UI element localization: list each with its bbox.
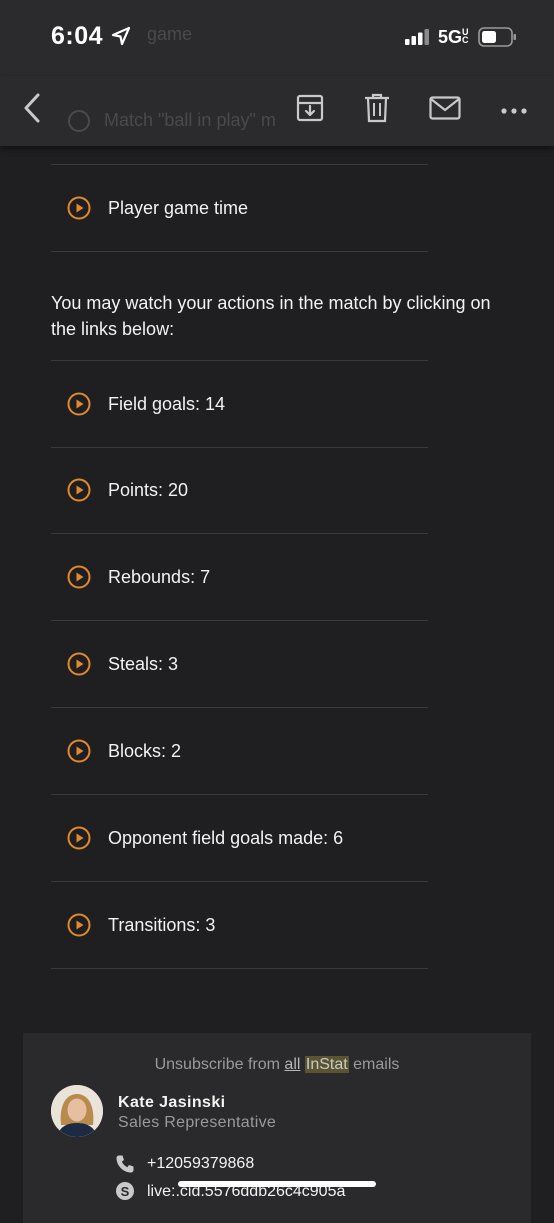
unsubscribe-all-link[interactable]: all: [284, 1056, 300, 1073]
mail-icon: [429, 95, 461, 125]
link-field-goals[interactable]: Field goals: 14: [51, 360, 428, 448]
link-player-game-time[interactable]: Player game time: [51, 164, 428, 252]
link-label: Opponent field goals made: 6: [108, 828, 344, 848]
skype-icon: S: [115, 1181, 135, 1206]
location-arrow-icon: [111, 26, 131, 51]
network-sup: UC: [462, 27, 469, 45]
play-circle-icon: [67, 565, 91, 594]
status-bar: 6:04 game 5GUC: [0, 0, 554, 76]
unsubscribe-line: Unsubscribe from all InStat emails: [23, 1056, 531, 1074]
cellular-signal-icon: [405, 29, 431, 50]
link-label: Rebounds: 7: [108, 567, 211, 587]
play-circle-icon: [67, 826, 91, 855]
status-time: 6:04: [51, 22, 104, 50]
email-footer: Unsubscribe from all InStat emails Kate …: [23, 1033, 531, 1223]
link-points[interactable]: Points: 20: [51, 447, 428, 534]
play-circle-icon: [67, 652, 91, 681]
signature-name: Kate Jasinski: [118, 1094, 226, 1111]
scrolled-behind-text: game: [147, 24, 193, 44]
home-indicator[interactable]: [178, 1181, 376, 1187]
link-steals[interactable]: Steals: 3: [51, 621, 428, 708]
play-circle-icon: [67, 913, 91, 942]
play-circle-icon: [67, 196, 91, 225]
link-label: Field goals: 14: [108, 394, 226, 414]
signature-role: Sales Representative: [118, 1114, 277, 1131]
battery-icon: [478, 26, 518, 53]
link-label: Player game time: [108, 198, 249, 218]
link-label: Points: 20: [108, 480, 189, 500]
signature-phone[interactable]: +12059379868: [147, 1155, 254, 1173]
unsubscribe-text: Unsubscribe from: [154, 1056, 280, 1073]
trash-icon: [364, 93, 390, 128]
link-rebounds[interactable]: Rebounds: 7: [51, 534, 428, 621]
avatar: [51, 1085, 103, 1137]
archive-icon: [296, 94, 324, 127]
intro-paragraph: You may watch your actions in the match …: [51, 293, 491, 339]
link-label: Transitions: 3: [108, 915, 216, 935]
trash-button[interactable]: [357, 90, 397, 130]
unsubscribe-suffix: emails: [353, 1056, 400, 1073]
play-circle-icon: [67, 478, 91, 507]
link-label: Steals: 3: [108, 654, 179, 674]
svg-text:S: S: [121, 1184, 130, 1199]
more-button[interactable]: [494, 90, 534, 130]
archive-button[interactable]: [290, 90, 330, 130]
scrolled-behind-row: Match "ball in play" m: [68, 110, 276, 133]
back-button[interactable]: [12, 90, 52, 130]
ghost-play-icon: [68, 110, 90, 133]
back-chevron-icon: [21, 93, 43, 128]
mail-toolbar: Match "ball in play" m: [0, 76, 554, 146]
brand-name: InStat: [304, 1056, 349, 1073]
play-circle-icon: [67, 392, 91, 421]
scrolled-behind-label: Match "ball in play" m: [104, 110, 276, 130]
phone-icon: [115, 1154, 135, 1179]
network-label: 5G: [438, 27, 463, 47]
play-circle-icon: [67, 739, 91, 768]
link-opponent-field-goals[interactable]: Opponent field goals made: 6: [51, 795, 428, 882]
network-type: 5GUC: [438, 27, 471, 48]
link-transitions[interactable]: Transitions: 3: [51, 882, 428, 969]
more-icon: [501, 101, 527, 119]
reply-mail-button[interactable]: [425, 90, 465, 130]
link-blocks[interactable]: Blocks: 2: [51, 708, 428, 795]
link-label: Blocks: 2: [108, 741, 182, 761]
